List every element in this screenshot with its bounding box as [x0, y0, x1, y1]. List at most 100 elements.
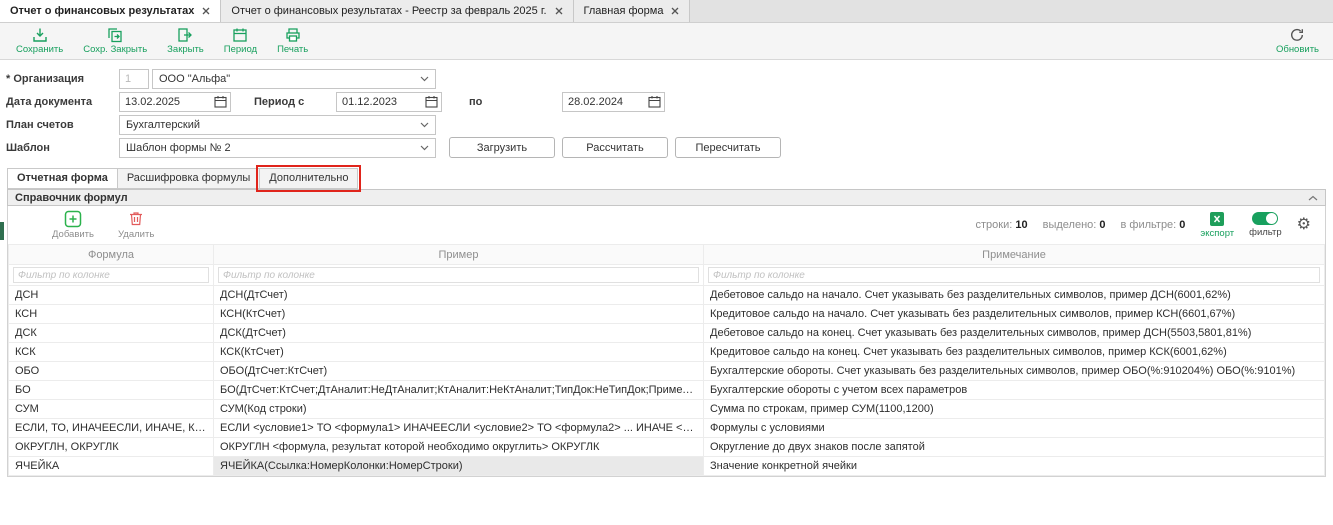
filter-input-example[interactable] — [218, 267, 699, 283]
cell-example[interactable]: СУМ(Код строки) — [214, 400, 704, 419]
table-row[interactable]: КСН КСН(КтСчет) Кредитовое сальдо на нач… — [9, 305, 1325, 324]
print-button[interactable]: Печать — [277, 27, 308, 55]
chevron-down-icon — [420, 122, 429, 128]
cell-example[interactable]: КСК(КтСчет) — [214, 343, 704, 362]
table-row[interactable]: СУМ СУМ(Код строки) Сумма по строкам, пр… — [9, 400, 1325, 419]
filter-input-note[interactable] — [708, 267, 1320, 283]
window-tab-main-form[interactable]: Главная форма — [574, 0, 691, 22]
cell-note[interactable]: Сумма по строкам, пример СУМ(1100,1200) — [704, 400, 1325, 419]
window-tab-report[interactable]: Отчет о финансовых результатах — [0, 0, 221, 22]
period-button[interactable]: Период — [224, 27, 257, 55]
table-row[interactable]: КСК КСК(КтСчет) Кредитовое сальдо на кон… — [9, 343, 1325, 362]
table-row[interactable]: ДСН ДСН(ДтСчет) Дебетовое сальдо на нача… — [9, 286, 1325, 305]
tab-additional[interactable]: Дополнительно — [259, 168, 358, 189]
organization-code-field[interactable] — [119, 69, 149, 89]
toggle-on-icon[interactable] — [1252, 212, 1278, 225]
tab-close-icon[interactable] — [555, 7, 563, 15]
doc-date-field[interactable] — [119, 92, 231, 112]
cell-example[interactable]: ДСК(ДтСчет) — [214, 324, 704, 343]
side-panel-handle[interactable] — [0, 222, 4, 240]
save-button[interactable]: Сохранить — [16, 27, 63, 55]
chart-of-accounts-select[interactable]: Бухгалтерский — [119, 115, 436, 135]
close-button[interactable]: Закрыть — [167, 27, 204, 55]
table-row[interactable]: ДСК ДСК(ДтСчет) Дебетовое сальдо на коне… — [9, 324, 1325, 343]
table-row[interactable]: ОКРУГЛН, ОКРУГЛК ОКРУГЛН <формула, резул… — [9, 438, 1325, 457]
cell-formula[interactable]: ДСН — [9, 286, 214, 305]
tab-close-icon[interactable] — [202, 7, 210, 15]
window-tab-label: Отчет о финансовых результатах — [10, 5, 194, 17]
cell-note[interactable]: Кредитовое сальдо на начало. Счет указыв… — [704, 305, 1325, 324]
cell-formula[interactable]: ЯЧЕЙКА — [9, 457, 214, 476]
period-from-field[interactable] — [336, 92, 442, 112]
rows-count: строки: 10 — [976, 219, 1028, 231]
calendar-icon[interactable] — [648, 95, 661, 108]
settings-gear-icon[interactable]: ⚙ — [1297, 217, 1311, 233]
cell-example[interactable]: ДСН(ДтСчет) — [214, 286, 704, 305]
print-button-label: Печать — [277, 44, 308, 55]
organization-label: * Организация — [6, 73, 119, 85]
delete-button[interactable]: Удалить — [118, 210, 154, 240]
delete-button-label: Удалить — [118, 229, 154, 240]
cell-note[interactable]: Бухгалтерские обороты с учетом всех пара… — [704, 381, 1325, 400]
tab-formula-breakdown[interactable]: Расшифровка формулы — [117, 168, 260, 189]
calendar-icon[interactable] — [425, 95, 438, 108]
recalculate-button[interactable]: Пересчитать — [675, 137, 781, 158]
cell-example[interactable]: ОБО(ДтСчет:КтСчет) — [214, 362, 704, 381]
cell-example[interactable]: ЯЧЕЙКА(Ссылка:НомерКолонки:НомерСтроки) — [214, 457, 704, 476]
column-header-example[interactable]: Пример — [214, 245, 704, 265]
period-to-field[interactable] — [562, 92, 665, 112]
cell-note[interactable]: Значение конкретной ячейки — [704, 457, 1325, 476]
cell-formula[interactable]: БО — [9, 381, 214, 400]
column-header-note[interactable]: Примечание — [704, 245, 1325, 265]
cell-example[interactable]: КСН(КтСчет) — [214, 305, 704, 324]
filter-toggle[interactable]: фильтр — [1249, 212, 1282, 238]
export-button[interactable]: экспорт — [1200, 212, 1234, 239]
cell-formula[interactable]: ЕСЛИ, ТО, ИНАЧЕЕСЛИ, ИНАЧЕ, КОНЕЦ — [9, 419, 214, 438]
cell-formula[interactable]: КСН — [9, 305, 214, 324]
cell-note[interactable]: Дебетовое сальдо на конец. Счет указыват… — [704, 324, 1325, 343]
table-row[interactable]: ЕСЛИ, ТО, ИНАЧЕЕСЛИ, ИНАЧЕ, КОНЕЦ ЕСЛИ <… — [9, 419, 1325, 438]
formula-table: Формула Пример Примечание ДСН ДСН(ДтСчет… — [8, 244, 1325, 476]
cell-note[interactable]: Формулы с условиями — [704, 419, 1325, 438]
cell-note[interactable]: Округление до двух знаков после запятой — [704, 438, 1325, 457]
column-header-formula[interactable]: Формула — [9, 245, 214, 265]
cell-note[interactable]: Дебетовое сальдо на начало. Счет указыва… — [704, 286, 1325, 305]
cell-example[interactable]: БО(ДтСчет:КтСчет;ДтАналит:НеДтАналит;КтА… — [214, 381, 704, 400]
cell-formula[interactable]: СУМ — [9, 400, 214, 419]
cell-formula[interactable]: КСК — [9, 343, 214, 362]
template-select[interactable]: Шаблон формы № 2 — [119, 138, 436, 158]
collapse-icon[interactable] — [1308, 195, 1318, 201]
cell-formula[interactable]: ДСК — [9, 324, 214, 343]
tab-close-icon[interactable] — [671, 7, 679, 15]
selected-count: выделено: 0 — [1043, 219, 1106, 231]
calendar-icon[interactable] — [214, 95, 227, 108]
save-close-button[interactable]: Сохр. Закрыть — [83, 27, 147, 55]
organization-value: ООО "Альфа" — [159, 73, 420, 85]
table-row[interactable]: ОБО ОБО(ДтСчет:КтСчет) Бухгалтерские обо… — [9, 362, 1325, 381]
tab-report-form[interactable]: Отчетная форма — [7, 168, 118, 189]
filter-input-formula[interactable] — [13, 267, 209, 283]
organization-select[interactable]: ООО "Альфа" — [152, 69, 436, 89]
add-button[interactable]: Добавить — [52, 210, 94, 240]
chart-of-accounts-value: Бухгалтерский — [126, 119, 420, 131]
cell-example[interactable]: ОКРУГЛН <формула, результат которой необ… — [214, 438, 704, 457]
window-tab-label: Главная форма — [584, 5, 664, 17]
formula-table-body: ДСН ДСН(ДтСчет) Дебетовое сальдо на нача… — [9, 286, 1325, 476]
tab-label: Расшифровка формулы — [127, 172, 250, 184]
document-form: * Организация ООО "Альфа" Дата документа… — [0, 60, 1333, 164]
panel-header[interactable]: Справочник формул — [7, 189, 1326, 206]
load-button[interactable]: Загрузить — [449, 137, 555, 158]
cell-note[interactable]: Бухгалтерские обороты. Счет указывать бе… — [704, 362, 1325, 381]
table-row[interactable]: БО БО(ДтСчет:КтСчет;ДтАналит:НеДтАналит;… — [9, 381, 1325, 400]
cell-formula[interactable]: ОКРУГЛН, ОКРУГЛК — [9, 438, 214, 457]
table-row[interactable]: ЯЧЕЙКА ЯЧЕЙКА(Ссылка:НомерКолонки:НомерС… — [9, 457, 1325, 476]
calculate-button[interactable]: Рассчитать — [562, 137, 668, 158]
window-tab-registry[interactable]: Отчет о финансовых результатах - Реестр … — [221, 0, 573, 22]
cell-note[interactable]: Кредитовое сальдо на конец. Счет указыва… — [704, 343, 1325, 362]
cell-formula[interactable]: ОБО — [9, 362, 214, 381]
save-icon — [32, 27, 48, 43]
refresh-button[interactable]: Обновить — [1276, 27, 1319, 55]
refresh-icon — [1289, 27, 1305, 43]
cell-example[interactable]: ЕСЛИ <условие1> ТО <формула1> ИНАЧЕЕСЛИ … — [214, 419, 704, 438]
period-button-label: Период — [224, 44, 257, 55]
